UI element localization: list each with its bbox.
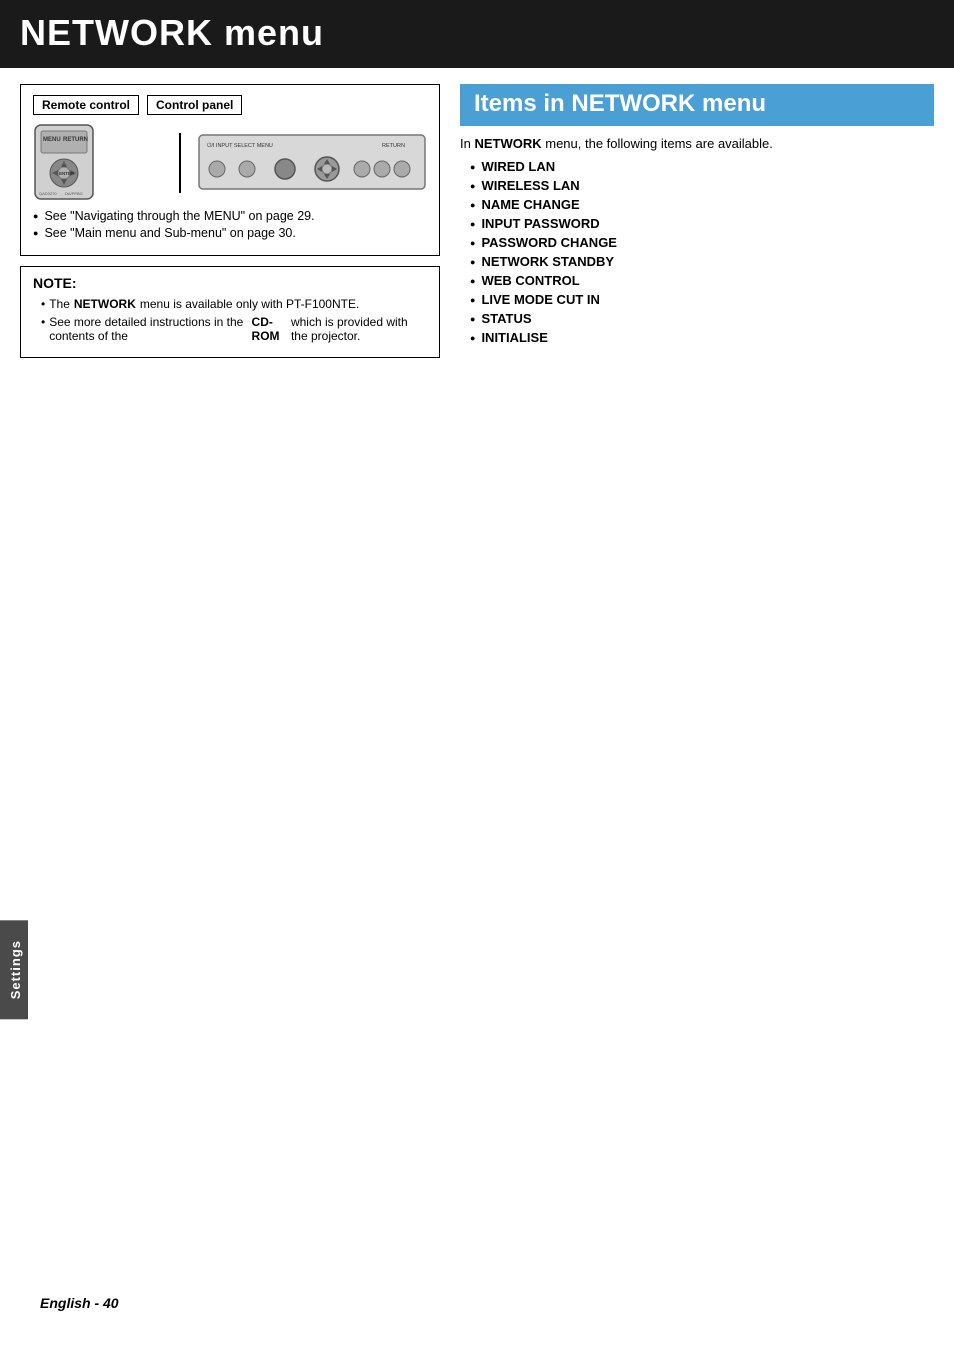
svg-text:RETURN: RETURN <box>382 143 405 149</box>
main-content: Remote control Control panel MENU RETURN <box>0 68 954 374</box>
remote-control-image: MENU RETURN ENTER QAD3270 <box>33 123 163 203</box>
remote-control-label: Remote control <box>33 95 139 115</box>
item-name-change: NAME CHANGE <box>470 197 934 212</box>
items-list: WIRED LAN WIRELESS LAN NAME CHANGE INPUT… <box>460 159 934 345</box>
note-box: NOTE: The NETWORK menu is available only… <box>20 266 440 358</box>
note-list: The NETWORK menu is available only with … <box>33 297 427 343</box>
panel-divider <box>179 133 181 193</box>
control-panel-label: Control panel <box>147 95 242 115</box>
item-initialise: INITIALISE <box>470 330 934 345</box>
svg-text:MENU: MENU <box>43 137 61 143</box>
panel-box: Remote control Control panel MENU RETURN <box>20 84 440 256</box>
item-password-change: PASSWORD CHANGE <box>470 235 934 250</box>
item-wired-lan: WIRED LAN <box>470 159 934 174</box>
item-input-password: INPUT PASSWORD <box>470 216 934 231</box>
panel-box-header: Remote control Control panel <box>33 95 427 115</box>
panel-bullets: See "Navigating through the MENU" on pag… <box>33 209 427 240</box>
side-tab: Settings <box>0 920 28 1019</box>
svg-text:DA/PPBG: DA/PPBG <box>65 191 83 196</box>
footer-text: English - 40 <box>40 1295 119 1311</box>
page-title-bar: NETWORK menu <box>0 0 954 68</box>
page-title: NETWORK menu <box>20 12 934 54</box>
note-title: NOTE: <box>33 275 427 291</box>
svg-text:⏻/I INPUT SELECT MENU: ⏻/I INPUT SELECT MENU <box>207 142 273 149</box>
items-title: Items in NETWORK menu <box>474 90 920 118</box>
item-network-standby: NETWORK STANDBY <box>470 254 934 269</box>
control-panel-image: ⏻/I INPUT SELECT MENU RETURN <box>197 133 428 193</box>
items-intro: In NETWORK menu, the following items are… <box>460 136 934 151</box>
note-item-1: The NETWORK menu is available only with … <box>33 297 427 311</box>
page-footer: English - 40 <box>40 1295 119 1311</box>
panel-bullet-2: See "Main menu and Sub-menu" on page 30. <box>33 226 427 240</box>
right-column: Items in NETWORK menu In NETWORK menu, t… <box>460 84 934 358</box>
item-status: STATUS <box>470 311 934 326</box>
panel-bullet-1: See "Navigating through the MENU" on pag… <box>33 209 427 223</box>
items-title-bar: Items in NETWORK menu <box>460 84 934 126</box>
svg-text:QAD3270: QAD3270 <box>39 191 57 196</box>
svg-text:ENTER: ENTER <box>59 171 75 176</box>
panels-row: MENU RETURN ENTER QAD3270 <box>33 123 427 203</box>
item-wireless-lan: WIRELESS LAN <box>470 178 934 193</box>
note-item-2: See more detailed instructions in the co… <box>33 315 427 343</box>
left-column: Remote control Control panel MENU RETURN <box>20 84 440 358</box>
svg-text:RETURN: RETURN <box>63 137 88 143</box>
item-web-control: WEB CONTROL <box>470 273 934 288</box>
item-live-mode-cut-in: LIVE MODE CUT IN <box>470 292 934 307</box>
